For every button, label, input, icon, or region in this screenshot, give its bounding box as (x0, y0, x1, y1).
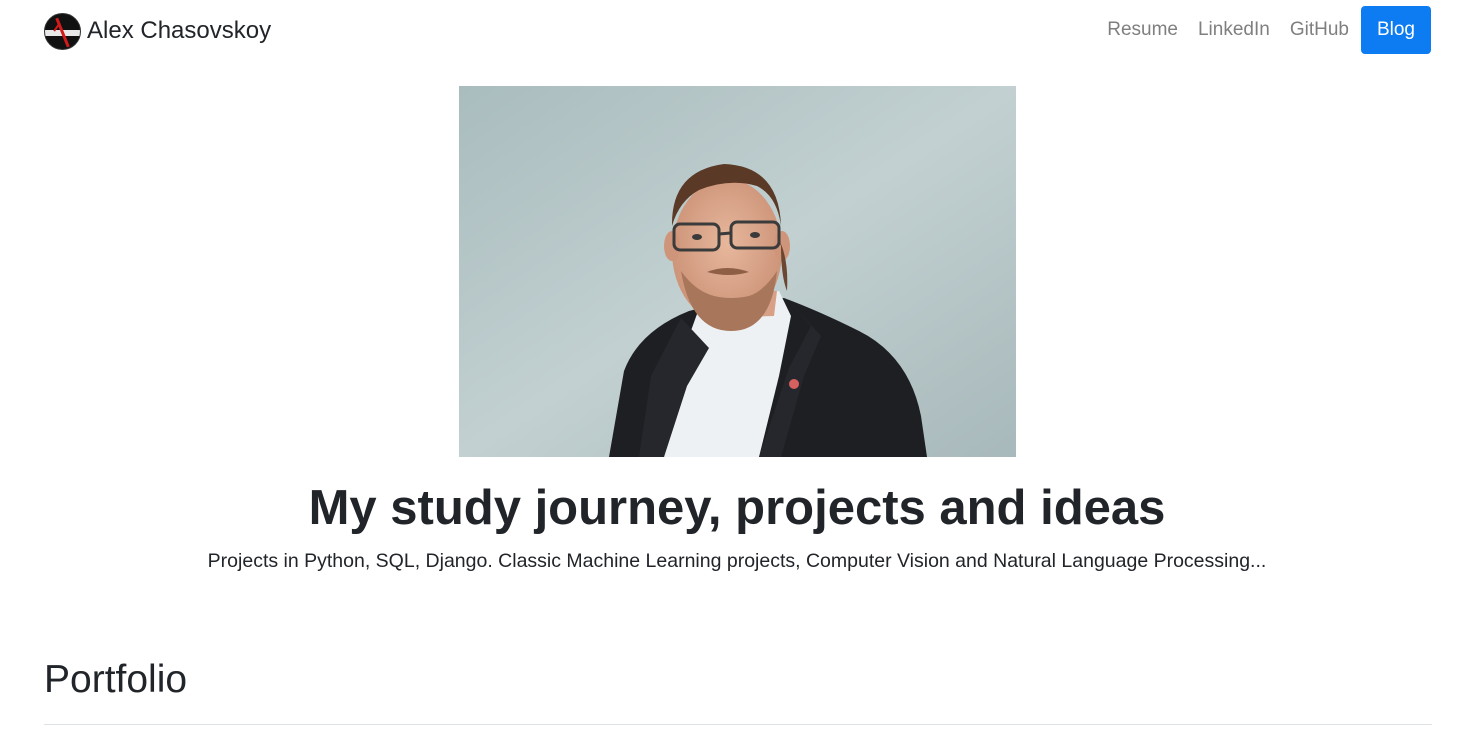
brand-name: Alex Chasovskoy (87, 17, 272, 44)
nav-link-resume[interactable]: Resume (1097, 6, 1188, 54)
portrait-photo (459, 86, 1016, 457)
brand-link[interactable]: Alex Chasovskoy (44, 12, 271, 50)
nav-link-github[interactable]: GitHub (1280, 6, 1359, 54)
nav-link-blog[interactable]: Blog (1360, 6, 1431, 54)
portfolio-heading: Portfolio (44, 658, 188, 701)
nav-link-linkedin[interactable]: LinkedIn (1188, 6, 1280, 54)
hero-title: My study journey, projects and ideas (308, 481, 1166, 535)
hero-subtitle: Projects in Python, SQL, Django. Classic… (207, 550, 1267, 572)
nav-links: Resume LinkedIn GitHub Blog (1097, 6, 1431, 54)
site-logo-icon (44, 12, 81, 50)
navbar: Alex Chasovskoy Resume LinkedIn GitHub B… (0, 0, 1482, 60)
section-divider (44, 724, 1432, 725)
